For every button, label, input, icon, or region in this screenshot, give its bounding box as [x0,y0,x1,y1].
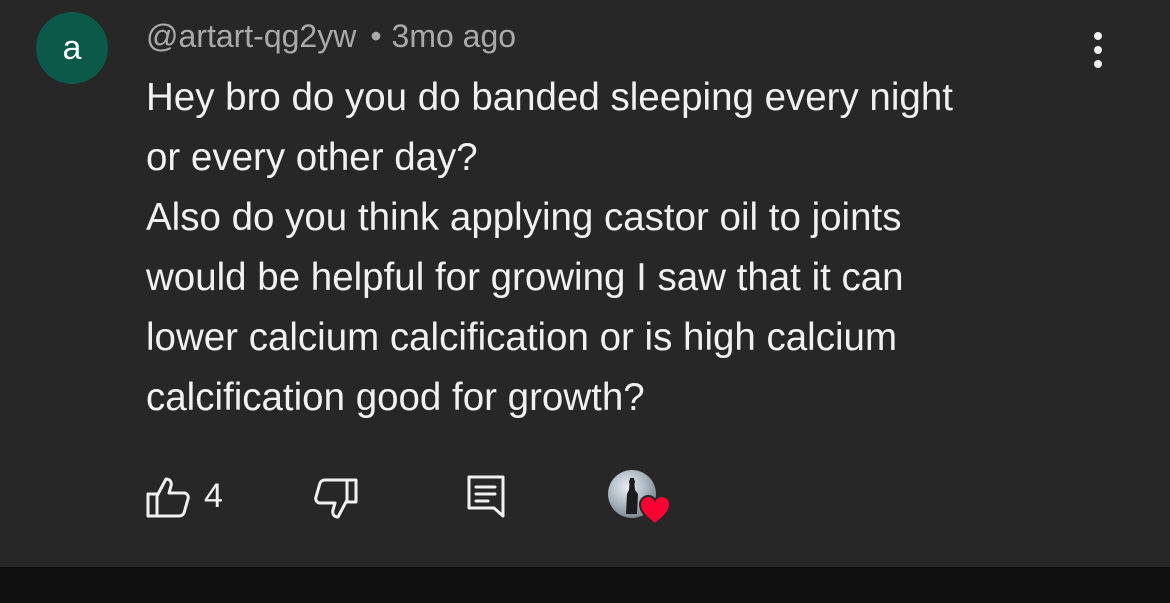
comment-text: Hey bro do you do banded sleeping every … [146,68,1106,428]
author-handle[interactable]: @artart-qg2yw [146,18,356,54]
comment-meta: @artart-qg2yw • 3mo ago [146,16,516,56]
avatar-initial: a [62,29,82,67]
comment-timestamp[interactable]: 3mo ago [392,18,517,54]
comment-text-line: lower calcium calcification or is high c… [146,316,898,359]
meta-separator: • [370,18,382,54]
reply-button[interactable] [462,472,510,522]
comment-text-line: Hey bro do you do banded sleeping every … [146,76,953,119]
more-options-button[interactable] [1078,28,1118,72]
dislike-button[interactable] [312,474,360,522]
creator-heart-badge [608,470,674,530]
creator-heart-icon [638,494,672,526]
thumbs-up-icon [146,477,190,518]
comment-text-line: or every other day? [146,136,478,179]
comment-text-line: would be helpful for growing I saw that … [146,256,904,299]
thumbs-down-icon [314,478,358,519]
comment-card: a @artart-qg2yw • 3mo ago Hey bro do you d… [0,0,1170,567]
like-count: 4 [204,477,223,515]
reply-comment-icon [467,475,505,518]
avatar[interactable]: a [36,12,108,84]
bottom-bar [0,567,1170,603]
comment-text-line: Also do you think applying castor oil to… [146,196,902,239]
like-button[interactable] [144,474,192,522]
comment-text-line: calcification good for growth? [146,376,645,419]
